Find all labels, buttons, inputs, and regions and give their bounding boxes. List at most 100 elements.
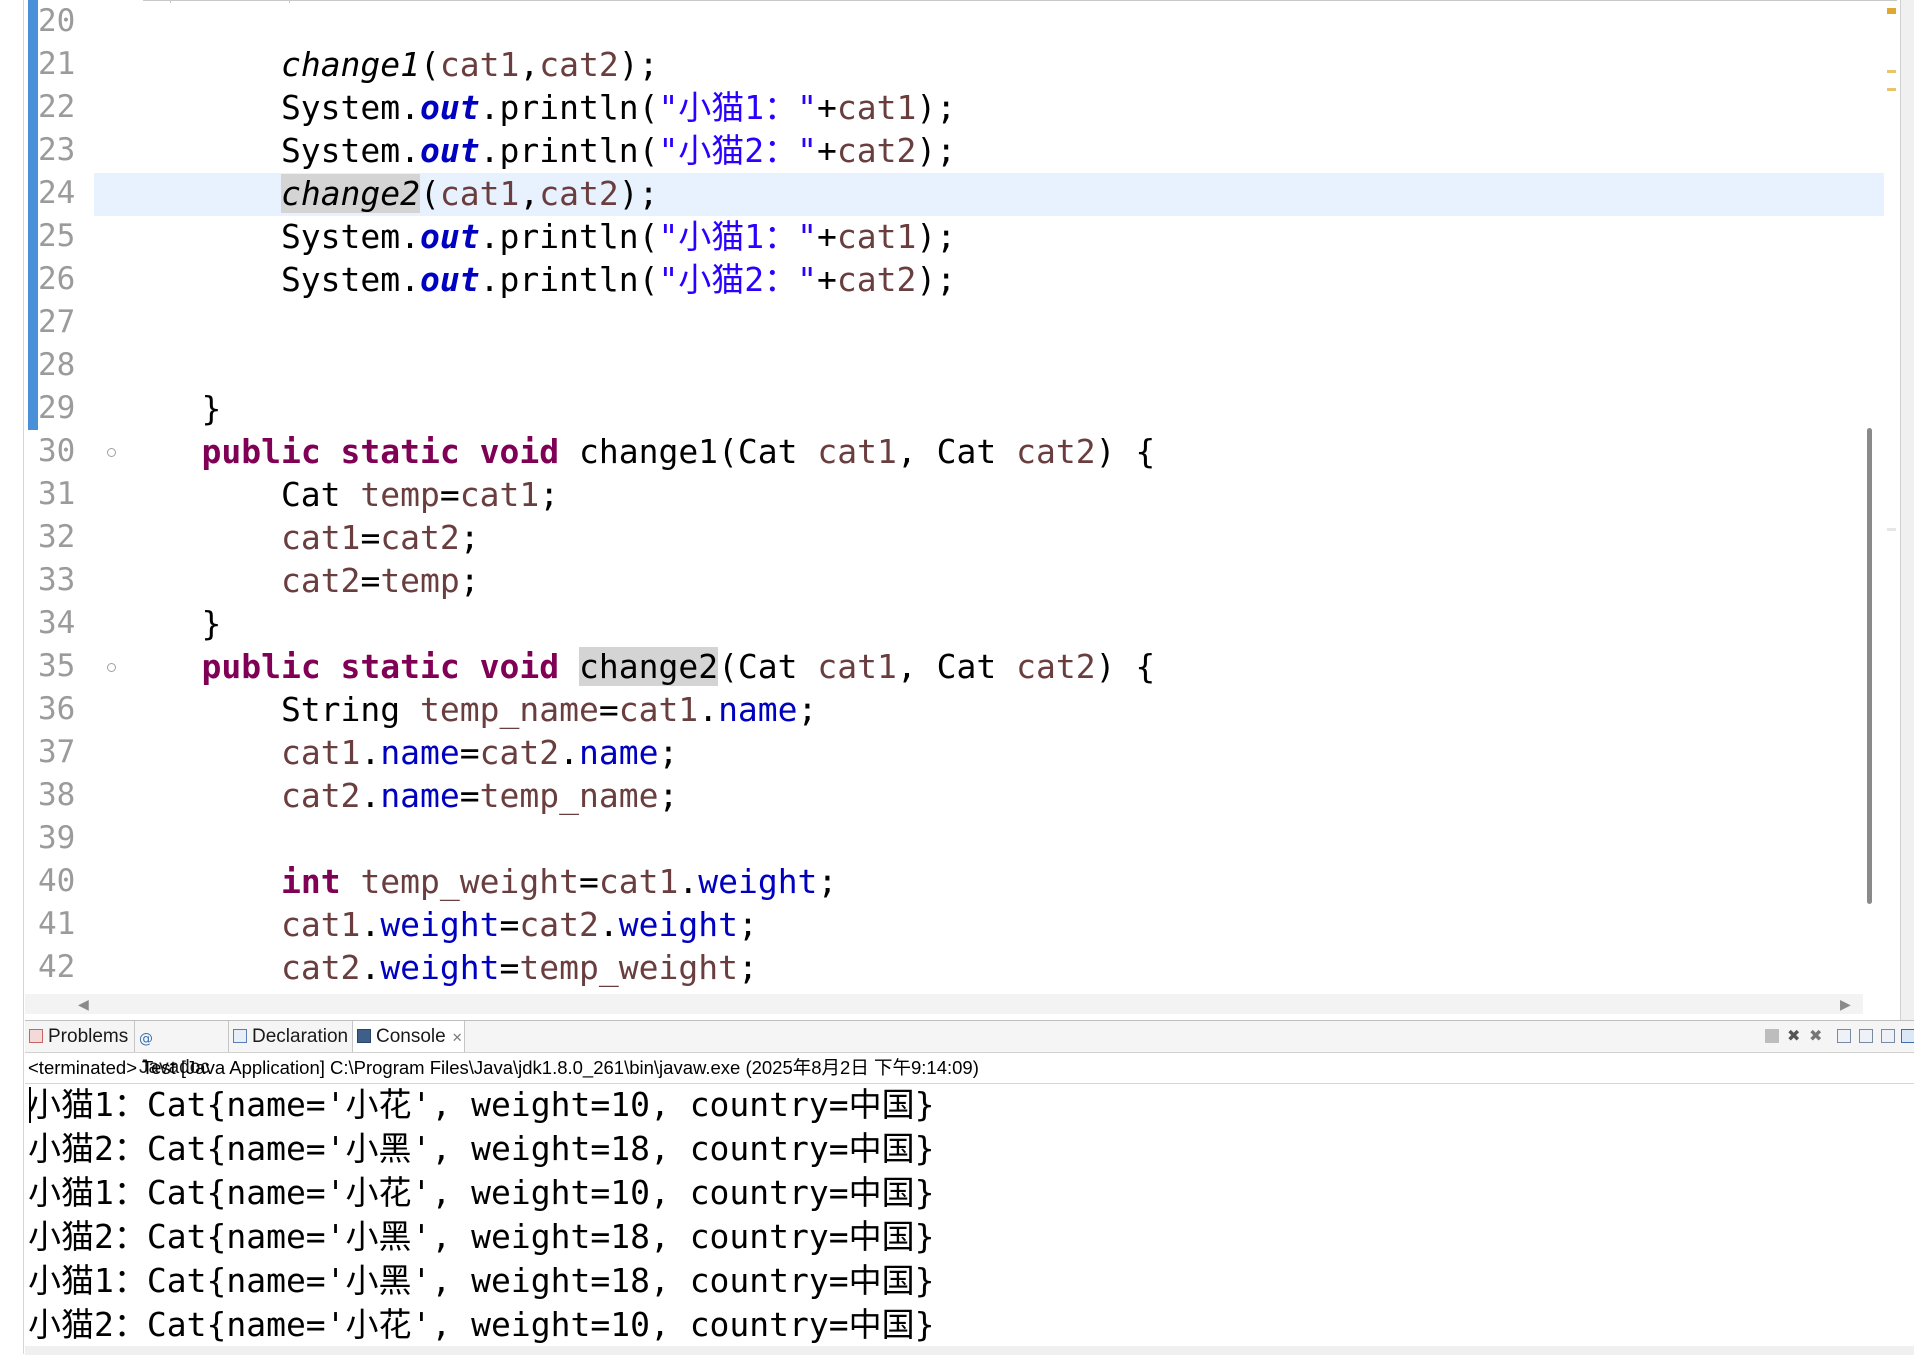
line-number: 25: [38, 218, 76, 254]
code-line[interactable]: System.out.println("小猫2："+cat2);: [122, 258, 956, 301]
line-number: 38: [38, 777, 76, 813]
line-number: 30: [38, 433, 76, 469]
code-token: name: [380, 776, 460, 815]
code-editor[interactable]: 20 21 22 23 24 25 26 27 28 29 30 31 32 33 34 35 36 37 38 39…: [25, 0, 1897, 1017]
line-number: 28: [38, 347, 76, 383]
overview-occurrence-marker[interactable]: [1887, 88, 1896, 91]
editor-tab-stub: [170, 0, 290, 3]
code-token: temp_weight: [519, 948, 738, 987]
code-token: out: [420, 217, 480, 256]
code-line[interactable]: }: [122, 602, 221, 645]
word-wrap-icon[interactable]: [1859, 1029, 1873, 1043]
code-line[interactable]: change2(cat1,cat2);: [122, 172, 659, 215]
code-line[interactable]: System.out.println("小猫2："+cat2);: [122, 129, 956, 172]
pin-console-icon[interactable]: [1881, 1029, 1895, 1043]
code-token: temp: [360, 475, 440, 514]
code-line[interactable]: cat2.name=temp_name;: [122, 774, 678, 817]
code-token: cat1: [439, 45, 520, 84]
code-line[interactable]: cat2=temp;: [122, 559, 480, 602]
code-line[interactable]: System.out.println("小猫1："+cat1);: [122, 215, 956, 258]
code-line[interactable]: public static void change2(Cat cat1, Cat…: [122, 645, 1155, 688]
code-token: =: [360, 518, 381, 557]
line-number: 29: [38, 390, 76, 426]
overview-occurrence-marker[interactable]: [1887, 70, 1896, 73]
display-console-icon[interactable]: [1901, 1029, 1914, 1043]
code-token: "小猫1：": [658, 217, 818, 256]
code-token: cat2: [280, 776, 361, 815]
code-token: cat1: [280, 733, 361, 772]
code-token: cat1: [280, 905, 361, 944]
code-token: .println(: [479, 88, 659, 127]
code-token: cat2: [519, 905, 599, 944]
code-token: cat1: [280, 518, 361, 557]
line-number: 37: [38, 734, 76, 770]
console-process-header: <terminated> Test [Java Application] C:\…: [28, 1057, 979, 1078]
tab-declaration[interactable]: Declaration: [229, 1021, 353, 1052]
code-token: ) {: [1095, 432, 1156, 471]
overview-warning-marker[interactable]: [1887, 8, 1896, 14]
code-token: cat2: [280, 948, 361, 987]
code-token: ) {: [1095, 647, 1156, 686]
code-token: ;: [459, 518, 480, 557]
scroll-left-arrow-icon[interactable]: ◀: [78, 997, 89, 1013]
line-number: 24: [38, 175, 76, 211]
code-token: ;: [817, 862, 838, 901]
terminate-icon[interactable]: [1765, 1029, 1779, 1043]
remove-launch-icon[interactable]: ✖: [1787, 1028, 1801, 1044]
scroll-right-arrow-icon[interactable]: ▶: [1840, 997, 1851, 1013]
code-token: cat2: [1016, 647, 1096, 686]
line-number: 32: [38, 519, 76, 555]
tab-console[interactable]: Console ✕: [353, 1021, 465, 1052]
editor-horizontal-scrollbar[interactable]: [25, 994, 1863, 1014]
code-token: .: [360, 776, 381, 815]
code-line[interactable]: }: [122, 387, 221, 430]
line-number: 36: [38, 691, 76, 727]
code-line[interactable]: String temp_name=cat1.name;: [122, 688, 817, 731]
tab-problems[interactable]: Problems: [25, 1021, 135, 1052]
close-icon[interactable]: ✕: [452, 1030, 463, 1045]
line-number: 20: [38, 3, 76, 39]
editor-top-border: [143, 0, 1897, 4]
code-token: );: [618, 174, 659, 213]
code-token: .: [360, 905, 381, 944]
code-token: "小猫2：": [658, 131, 818, 170]
code-line[interactable]: change1(cat1,cat2);: [122, 43, 659, 86]
fold-toggle-icon[interactable]: [107, 663, 116, 672]
code-line[interactable]: cat1.name=cat2.name;: [122, 731, 678, 774]
code-token: cat1: [836, 217, 917, 256]
editor-vertical-scrollbar-thumb[interactable]: [1867, 428, 1872, 904]
line-number: 23: [38, 132, 76, 168]
remove-all-terminated-icon[interactable]: ✖: [1809, 1028, 1823, 1044]
fold-toggle-icon[interactable]: [107, 448, 116, 457]
code-line[interactable]: public static void change1(Cat cat1, Cat…: [122, 430, 1155, 473]
tab-javadoc[interactable]: @Javadoc: [135, 1021, 229, 1078]
scroll-lock-icon[interactable]: [1837, 1029, 1851, 1043]
line-number: 42: [38, 949, 76, 985]
line-number: 31: [38, 476, 76, 512]
code-token: public static void: [201, 432, 560, 471]
tab-label: Problems: [48, 1026, 129, 1047]
code-token: cat2: [479, 733, 560, 772]
overview-occurrence-marker[interactable]: [1887, 528, 1896, 531]
code-line[interactable]: cat1=cat2;: [122, 516, 480, 559]
code-token: temp: [380, 561, 460, 600]
code-line[interactable]: Cat temp=cat1;: [122, 473, 559, 516]
code-line[interactable]: int temp_weight=cat1.weight;: [122, 860, 837, 903]
code-token: ;: [737, 905, 758, 944]
code-line[interactable]: System.out.println("小猫1："+cat1);: [122, 86, 956, 129]
line-number: 22: [38, 89, 76, 125]
code-line[interactable]: cat1.weight=cat2.weight;: [122, 903, 758, 946]
code-token: String: [122, 690, 421, 729]
code-token: cat2: [380, 518, 460, 557]
code-line[interactable]: cat2.weight=temp_weight;: [122, 946, 758, 989]
code-token: ,: [519, 174, 540, 213]
console-caret: [29, 1087, 31, 1123]
code-token: +: [817, 131, 837, 170]
line-number: 41: [38, 906, 76, 942]
